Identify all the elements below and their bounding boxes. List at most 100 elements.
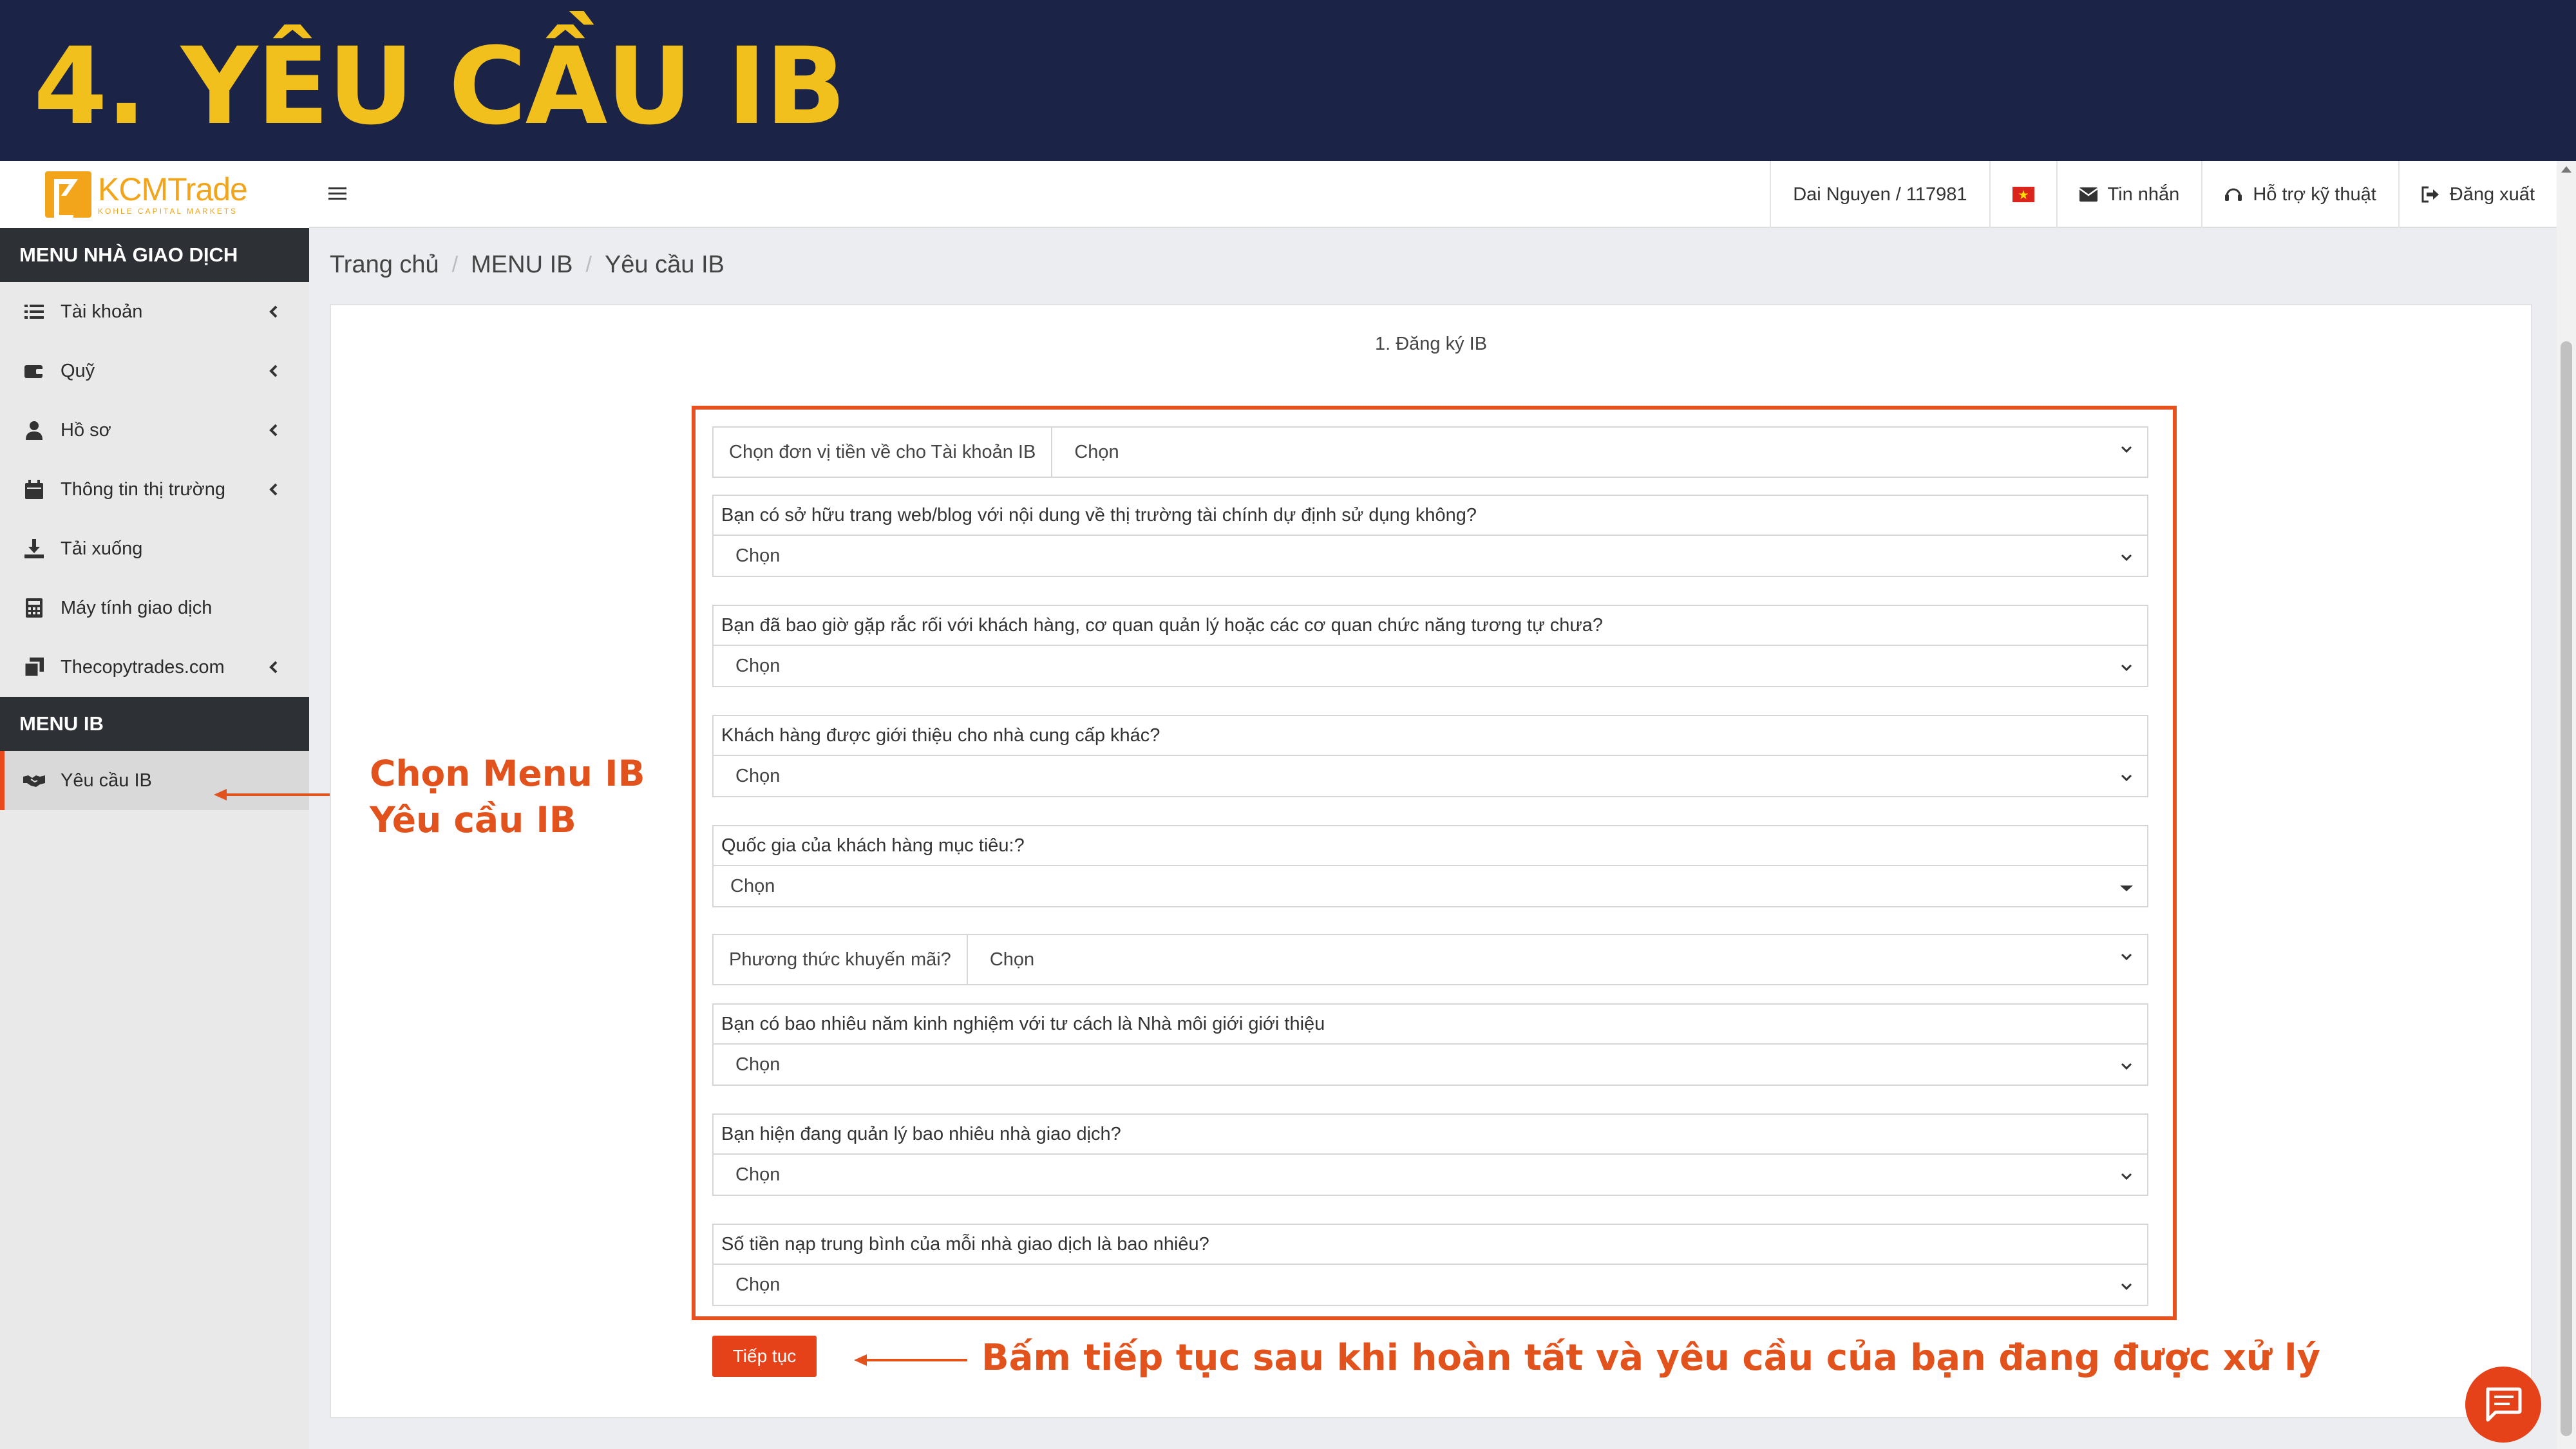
question-select[interactable]: Chọn: [712, 1264, 2148, 1306]
logout-label: Đăng xuất: [2449, 184, 2535, 205]
breadcrumb-current: Yêu cầu IB: [604, 251, 724, 278]
question-referred-field: Khách hàng được giới thiệu cho nhà cung …: [712, 715, 2148, 797]
question-label: Số tiền nạp trung bình của mỗi nhà giao …: [712, 1224, 2148, 1264]
question-label: Quốc gia của khách hàng mục tiêu:?: [712, 825, 2148, 865]
sign-out-icon: [2421, 184, 2442, 205]
sidebar-item-trading-calculator[interactable]: Máy tính giao dịch: [0, 578, 309, 638]
scroll-up-arrow-icon[interactable]: [2561, 166, 2571, 173]
question-trouble-field: Bạn đã bao giờ gặp rắc rối với khách hàn…: [712, 605, 2148, 687]
sidebar-item-label: Quỹ: [61, 360, 95, 381]
select-value: Chọn: [735, 1054, 781, 1075]
messages-link[interactable]: Tin nhắn: [2056, 161, 2202, 228]
support-link[interactable]: Hỗ trợ kỹ thuật: [2201, 161, 2398, 228]
chevron-left-icon: [269, 365, 278, 377]
question-deposit-field: Số tiền nạp trung bình của mỗi nhà giao …: [712, 1224, 2148, 1306]
scrollbar-thumb[interactable]: [2561, 341, 2572, 1436]
select-value: Chọn: [735, 655, 781, 676]
currency-select-value: Chọn: [1074, 441, 1119, 462]
chevron-down-icon: [2121, 446, 2132, 453]
live-chat-button[interactable]: [2465, 1367, 2541, 1443]
chevron-down-icon: [2121, 1283, 2132, 1291]
question-label: Khách hàng được giới thiệu cho nhà cung …: [712, 715, 2148, 755]
question-select[interactable]: Chọn: [712, 1043, 2148, 1086]
banner-title: 4. YÊU CẦU IB: [33, 24, 846, 148]
question-label: Bạn đã bao giờ gặp rắc rối với khách hàn…: [712, 605, 2148, 645]
calendar-icon: [23, 478, 45, 500]
breadcrumb-menu-ib[interactable]: MENU IB: [471, 251, 573, 279]
chevron-down-icon: [2121, 1173, 2132, 1180]
sidebar-item-label: Tải xuống: [61, 538, 143, 559]
currency-label: Chọn đơn vị tiền về cho Tài khoản IB: [714, 428, 1053, 477]
sidebar-item-downloads[interactable]: Tải xuống: [0, 519, 309, 578]
question-label: Bạn có bao nhiêu năm kinh nghiệm với tư …: [712, 1003, 2148, 1043]
promo-select-value: Chọn: [989, 949, 1035, 970]
list-icon: [23, 301, 45, 323]
page-scrollbar[interactable]: [2557, 161, 2576, 1449]
annotation-choose-menu: Chọn Menu IB Yêu cầu IB: [370, 750, 645, 843]
title-banner: 4. YÊU CẦU IB: [0, 0, 2576, 161]
trader-menu-header: MENU NHÀ GIAO DỊCH: [0, 228, 309, 282]
logo-tagline: KOHLE CAPITAL MARKETS: [98, 207, 238, 216]
sidebar-item-label: Máy tính giao dịch: [61, 597, 213, 618]
question-select[interactable]: Chọn: [712, 1153, 2148, 1196]
select-value: Chọn: [730, 875, 775, 896]
headset-icon: [2224, 184, 2245, 205]
user-name: Dai Nguyen / 117981: [1793, 184, 1967, 205]
annotation-arrow-continue: [854, 1354, 967, 1366]
chevron-left-icon: [269, 661, 278, 674]
handshake-icon: [23, 770, 45, 791]
ib-menu-header: MENU IB: [0, 697, 309, 751]
copy-icon: [23, 656, 45, 678]
select-value: Chọn: [735, 1164, 781, 1185]
breadcrumb: Trang chủ / MENU IB / Yêu cầu IB: [330, 251, 724, 279]
currency-select[interactable]: Chọn: [1052, 428, 2147, 477]
sidebar-item-accounts[interactable]: Tài khoản: [0, 282, 309, 341]
select-value: Chọn: [735, 545, 781, 566]
question-traders-field: Bạn hiện đang quản lý bao nhiêu nhà giao…: [712, 1113, 2148, 1196]
sidebar-item-market-info[interactable]: Thông tin thị trường: [0, 460, 309, 519]
logo[interactable]: KCMTrade KOHLE CAPITAL MARKETS: [0, 161, 309, 228]
question-label: Bạn hiện đang quản lý bao nhiêu nhà giao…: [712, 1113, 2148, 1153]
continue-button[interactable]: Tiếp tục: [712, 1336, 817, 1377]
sidebar-item-label: Thecopytrades.com: [61, 656, 225, 677]
download-icon: [23, 538, 45, 560]
calculator-icon: [23, 597, 45, 619]
sidebar-item-label: Tài khoản: [61, 301, 143, 322]
select-value: Chọn: [735, 1274, 781, 1295]
user-account-info[interactable]: Dai Nguyen / 117981: [1770, 161, 1989, 228]
caret-down-icon: [2120, 886, 2133, 891]
question-website-field: Bạn có sở hữu trang web/blog với nội dun…: [712, 495, 2148, 577]
messages-label: Tin nhắn: [2107, 184, 2180, 205]
chevron-down-icon: [2121, 664, 2132, 672]
sidebar-item-label: Yêu cầu IB: [61, 770, 152, 791]
promo-select[interactable]: Chọn: [968, 935, 2147, 984]
chevron-down-icon: [2121, 554, 2132, 562]
breadcrumb-home[interactable]: Trang chủ: [330, 251, 439, 279]
question-experience-field: Bạn có bao nhiêu năm kinh nghiệm với tư …: [712, 1003, 2148, 1086]
currency-field: Chọn đơn vị tiền về cho Tài khoản IB Chọ…: [712, 426, 2148, 478]
select-value: Chọn: [735, 765, 781, 786]
envelope-icon: [2079, 184, 2100, 205]
question-select[interactable]: Chọn: [712, 755, 2148, 797]
question-select[interactable]: Chọn: [712, 645, 2148, 687]
language-selector[interactable]: [1989, 161, 2056, 228]
top-navbar: Dai Nguyen / 117981 Tin nhắn Hỗ trợ kỹ t…: [309, 161, 2557, 228]
hamburger-menu-icon[interactable]: [328, 183, 350, 205]
chevron-left-icon: [269, 483, 278, 496]
sidebar-item-label: Hồ sơ: [61, 419, 111, 440]
promo-label: Phương thức khuyến mãi?: [714, 935, 968, 984]
logo-mark-icon: [45, 171, 91, 220]
sidebar: KCMTrade KOHLE CAPITAL MARKETS MENU NHÀ …: [0, 161, 309, 1449]
question-select[interactable]: Chọn: [712, 535, 2148, 577]
sidebar-item-thecopytrades[interactable]: Thecopytrades.com: [0, 638, 309, 697]
country-select[interactable]: Chọn: [712, 865, 2148, 907]
promo-field: Phương thức khuyến mãi? Chọn: [712, 934, 2148, 985]
wallet-icon: [23, 360, 45, 382]
sidebar-item-funds[interactable]: Quỹ: [0, 341, 309, 401]
logout-link[interactable]: Đăng xuất: [2398, 161, 2557, 228]
sidebar-item-profile[interactable]: Hồ sơ: [0, 401, 309, 460]
user-icon: [23, 419, 45, 441]
step-title: 1. Đăng ký IB: [1374, 334, 1488, 354]
annotation-arrow-menu: [214, 789, 330, 800]
support-label: Hỗ trợ kỹ thuật: [2253, 184, 2376, 205]
